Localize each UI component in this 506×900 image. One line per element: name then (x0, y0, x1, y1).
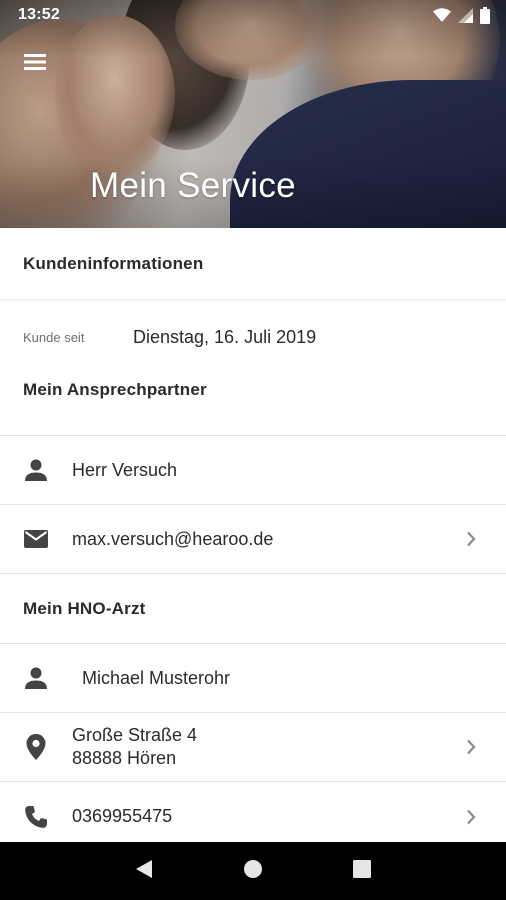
doctor-phone-row[interactable]: 0369955475 (0, 782, 506, 842)
nav-back-button[interactable] (124, 851, 164, 891)
doctor-name: Michael Musterohr (82, 667, 231, 688)
service-content: Kundeninformationen Kunde seit Dienstag,… (0, 228, 506, 842)
status-bar: 13:52 (0, 0, 506, 30)
doctor-address-city: 88888 Hören (72, 748, 177, 768)
status-icons (433, 6, 490, 24)
location-pin-icon (23, 734, 49, 760)
hamburger-icon (24, 53, 46, 75)
customer-since-label: Kunde seit (23, 329, 85, 345)
recents-square-icon (352, 859, 371, 883)
doctor-phone: 0369955475 (72, 806, 173, 826)
header-banner: 13:52 Mein Service (0, 0, 506, 228)
chevron-right-icon (464, 738, 478, 756)
section-heading-ent-doctor: Mein HNO-Arzt (0, 574, 506, 644)
contact-person-email-row[interactable]: max.versuch@hearoo.de (0, 505, 506, 574)
customer-since-row: Kunde seit Dienstag, 16. Juli 2019 (0, 300, 506, 374)
phone-icon (23, 804, 49, 830)
doctor-address: Große Straße 4 88888 Hören (72, 724, 464, 770)
page-title: Mein Service (90, 166, 296, 205)
section-heading-contact-person: Mein Ansprechpartner (0, 374, 506, 436)
contact-person-name: Herr Versuch (72, 459, 178, 480)
envelope-icon (23, 526, 49, 552)
person-icon (23, 457, 49, 483)
status-time: 13:52 (18, 6, 60, 23)
battery-icon (480, 6, 490, 24)
doctor-name-row: Michael Musterohr (0, 644, 506, 713)
chevron-right-icon (464, 530, 478, 548)
home-circle-icon (243, 859, 263, 884)
wifi-icon (433, 8, 451, 22)
customer-since-value: Dienstag, 16. Juli 2019 (133, 326, 317, 347)
menu-button[interactable] (20, 52, 50, 76)
nav-home-button[interactable] (233, 851, 273, 891)
doctor-address-row[interactable]: Große Straße 4 88888 Hören (0, 713, 506, 782)
chevron-right-icon (464, 808, 478, 826)
section-heading-customer-info: Kundeninformationen (0, 228, 506, 300)
nav-recents-button[interactable] (342, 851, 382, 891)
contact-person-name-row: Herr Versuch (0, 436, 506, 505)
system-navigation-bar (0, 842, 506, 900)
contact-person-email: max.versuch@hearoo.de (72, 528, 274, 549)
back-triangle-icon (135, 859, 153, 884)
doctor-address-street: Große Straße 4 (72, 725, 198, 745)
signal-icon (458, 7, 473, 23)
person-icon (23, 665, 49, 691)
